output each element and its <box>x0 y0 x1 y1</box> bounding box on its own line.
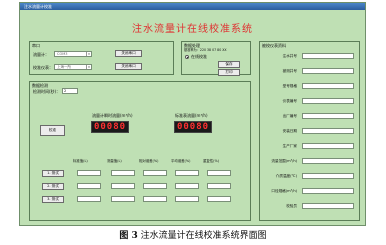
table-header: 重复性(%) <box>203 159 220 163</box>
test-button-2[interactable]: 2. 测试 <box>42 183 64 190</box>
meter-info-input[interactable] <box>302 203 354 209</box>
window-title: 注水流量计校准 <box>24 4 52 9</box>
data-group-label: 数据检测 <box>32 83 48 88</box>
meter-info-label: 型号规格 <box>282 84 297 88</box>
interval-label: 检测时间(秒)： <box>33 89 61 94</box>
meter-info-input[interactable] <box>302 53 354 59</box>
save-button[interactable]: 保存 <box>218 61 240 68</box>
table-cell[interactable] <box>207 196 231 202</box>
figure-caption-text: 注水流量计在线校准系统界面图 <box>140 231 267 241</box>
meter-info-label: 仪表编号 <box>282 99 297 103</box>
calibrator-close-port-button[interactable]: 关闭串口 <box>115 63 142 70</box>
flowmeter-close-port-button[interactable]: 关闭串口 <box>115 50 142 57</box>
serial-port-group: 串口 流量计： COM3 ▾ 关闭串口 校准仪表： 上海一所 ▾ 关闭串口 <box>29 41 174 75</box>
table-cell[interactable] <box>77 196 101 202</box>
meter-info-group: 被校仪表资料 注水井号被测井号型号规格仪表编号出厂编号安装日期生产厂家流量范围(… <box>259 41 360 221</box>
table-cell[interactable] <box>143 196 167 202</box>
meter-info-label: 生产厂家 <box>282 144 297 148</box>
chevron-down-icon: ▾ <box>86 65 91 69</box>
table-cell[interactable] <box>175 170 199 176</box>
meter-info-group-label: 被校仪表资料 <box>262 43 286 48</box>
online-calibration-label: 在线校准 <box>191 54 207 59</box>
page-title: 注水流量计在线校准系统 <box>132 24 253 35</box>
table-header: 标准值(L) <box>73 159 88 163</box>
table-cell[interactable] <box>111 170 135 176</box>
table-cell[interactable] <box>111 196 135 202</box>
table-cell[interactable] <box>111 183 135 189</box>
meter-info-input[interactable] <box>302 83 354 89</box>
table-cell[interactable] <box>77 183 101 189</box>
meter-info-label: 介质温度(℃) <box>275 174 297 178</box>
flowmeter-port-label: 流量计： <box>33 52 49 57</box>
meter-info-input[interactable] <box>302 143 354 149</box>
interval-input[interactable]: 2 <box>62 88 78 94</box>
meter-info-input[interactable] <box>302 98 354 104</box>
flowmeter-led-display: 00080 <box>91 121 129 133</box>
flowmeter-port-select[interactable]: COM3 ▾ <box>54 51 92 57</box>
title-bar: 注水流量计校准 <box>20 3 365 10</box>
calibrator-port-label: 校准仪表： <box>33 65 53 70</box>
reference-led-display: 00080 <box>174 121 212 133</box>
table-cell[interactable] <box>77 170 101 176</box>
table-cell[interactable] <box>207 170 231 176</box>
table-header: 测量值(L) <box>107 159 122 163</box>
data-detection-group: 数据检测 检测时间(秒)： 2 校准 流量计瞬时流量(m³/h) 00080 标… <box>29 81 251 221</box>
flowmeter-port-value: COM3 <box>57 52 68 56</box>
serial-group-label: 串口 <box>32 43 40 48</box>
app-window: 注水流量计校准 注水流量计在线校准系统 串口 流量计： COM3 ▾ 关闭串口 … <box>19 2 366 226</box>
meter-info-label: 安装日期 <box>282 129 297 133</box>
reference-display-label: 标准表流量(m³/h) <box>175 113 208 118</box>
meter-info-input[interactable] <box>302 158 354 164</box>
meter-info-label: 被测井号 <box>282 69 297 73</box>
table-cell[interactable] <box>143 170 167 176</box>
meter-info-label: 出厂编号 <box>282 114 297 118</box>
meter-info-input[interactable] <box>302 113 354 119</box>
meter-info-input[interactable] <box>302 128 354 134</box>
figure-number: 图 3 <box>119 231 138 241</box>
figure-caption: 图 3 注水流量计在线校准系统界面图 <box>0 228 386 241</box>
meter-info-input[interactable] <box>302 173 354 179</box>
calibrate-button[interactable]: 校准 <box>40 125 65 136</box>
meter-info-label: 口径规格(m³/h) <box>271 189 297 193</box>
chevron-down-icon: ▾ <box>86 52 91 56</box>
calibrator-port-select[interactable]: 上海一所 ▾ <box>54 64 92 70</box>
table-header: 相对误差(%) <box>139 159 159 163</box>
meter-info-label: 流量范围(m³/h) <box>271 159 297 163</box>
test-button-1[interactable]: 1. 测试 <box>42 170 64 177</box>
calibrator-port-value: 上海一所 <box>57 65 71 69</box>
processing-group: 数据处理 基准率为：220 38 07 80 XX 在线校准 保存 打印 <box>181 41 251 76</box>
table-header: 平均误差(%) <box>171 159 191 163</box>
online-calibration-radio[interactable] <box>185 55 189 59</box>
baud-rate-text: 基准率为：220 38 07 80 XX <box>184 48 227 52</box>
flowmeter-display-label: 流量计瞬时流量(m³/h) <box>92 113 133 118</box>
meter-info-input[interactable] <box>302 188 354 194</box>
table-cell[interactable] <box>175 196 199 202</box>
meter-info-label: 校验员 <box>286 204 297 208</box>
table-cell[interactable] <box>143 183 167 189</box>
test-button-3[interactable]: 3. 测试 <box>42 196 64 203</box>
table-cell[interactable] <box>175 183 199 189</box>
meter-info-label: 注水井号 <box>282 54 297 58</box>
table-cell[interactable] <box>207 183 231 189</box>
print-button[interactable]: 打印 <box>218 69 240 76</box>
meter-info-input[interactable] <box>302 68 354 74</box>
